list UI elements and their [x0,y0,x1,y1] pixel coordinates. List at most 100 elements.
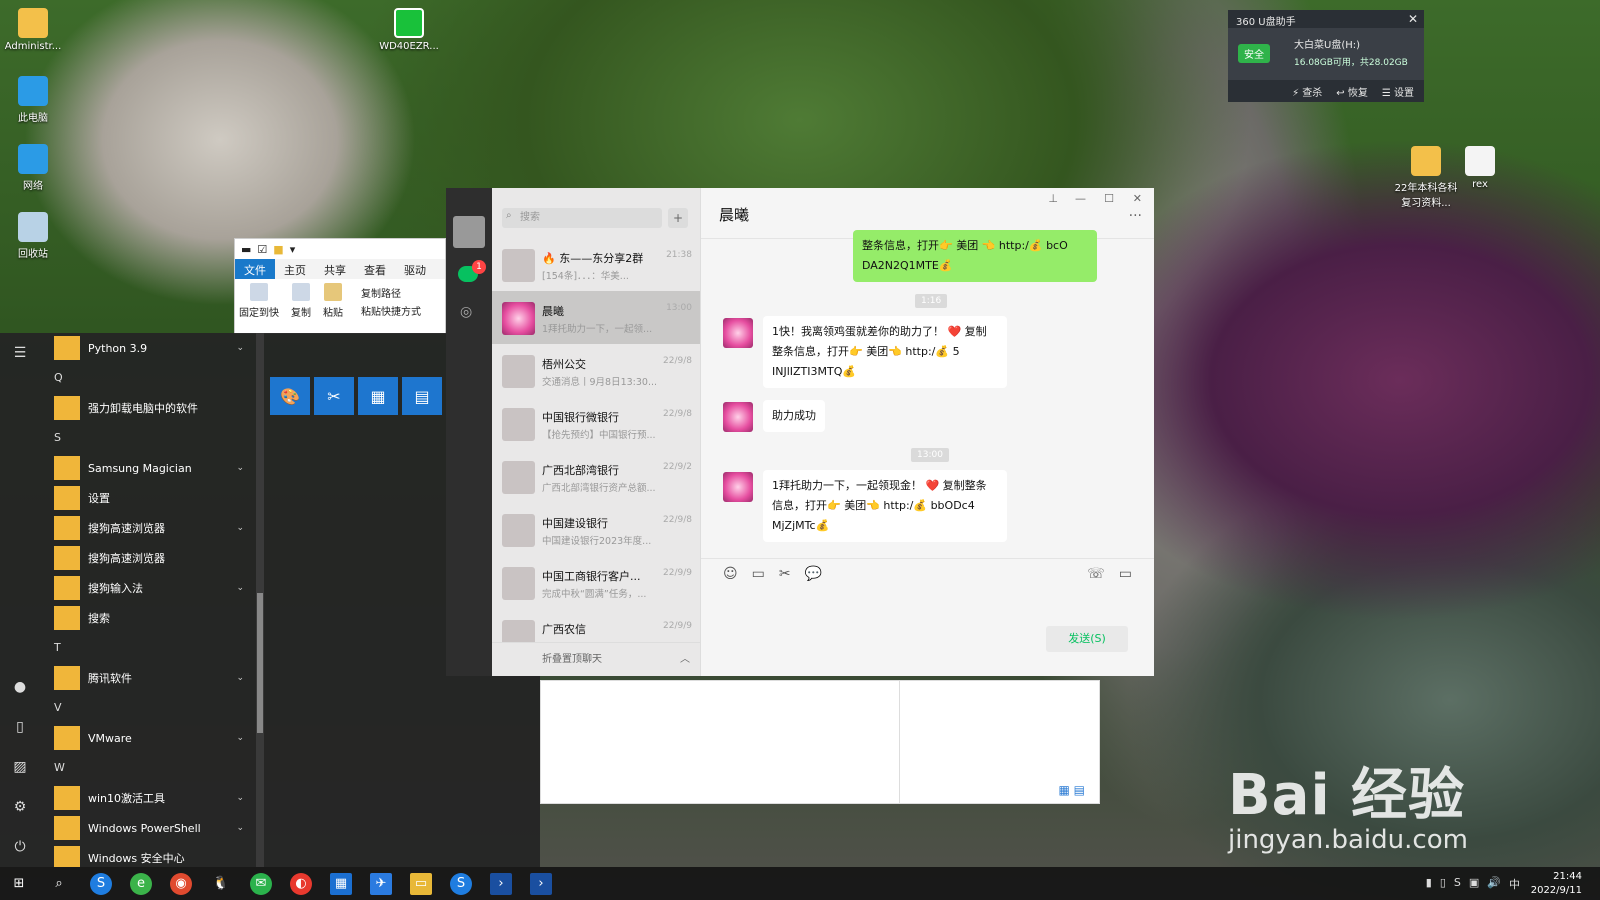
sogou-browser-icon[interactable]: S [450,873,472,895]
powershell-icon[interactable]: › [490,873,512,895]
contacts-icon[interactable]: ◎ [460,304,472,320]
minimize-icon[interactable]: — [1075,192,1086,205]
powershell-icon[interactable]: › [530,873,552,895]
section-letter[interactable]: V [40,693,256,723]
app-icon[interactable]: ◐ [290,873,312,895]
chrome-icon[interactable]: ◉ [170,873,192,895]
start-menu-app[interactable]: Windows PowerShell ⌄ [40,813,256,843]
close-icon[interactable]: ✕ [1408,12,1418,26]
user-icon[interactable]: ● [12,679,28,695]
wechat-icon[interactable]: ✉ [250,873,272,895]
system-clock[interactable]: 21:44 2022/9/11 [1531,870,1582,898]
chevron-down-icon[interactable]: ▾ [290,243,296,256]
desktop-icon-rex[interactable]: rex [1456,146,1504,190]
conversation-item[interactable]: 梧州公交 交通消息丨9月8日13:30... 22/9/8 [492,344,700,397]
tab-share[interactable]: 共享 [315,259,355,279]
snip-tile[interactable]: ✂ [314,377,354,415]
start-menu-app[interactable]: 强力卸载电脑中的软件 [40,393,256,423]
mail-icon[interactable]: ✈ [370,873,392,895]
battery-icon[interactable]: ▮ [1426,876,1432,892]
desktop-icon-wd-drive[interactable]: WD40EZR... [378,8,440,52]
search-input[interactable]: 搜索 [502,208,662,228]
received-message-bubble[interactable]: 1快！我离领鸡蛋就差你的助力了！ ❤️ 复制 整条信息，打开👉 美团👈 http… [763,316,1007,388]
calculator-tile[interactable]: ▦ [358,377,398,415]
fold-pinned-chats[interactable]: 折叠置顶聊天 ︿ [492,642,700,676]
conversation-item[interactable]: 🔥 东——东分享2群 [154条]．．．：华美... 21:38 [492,238,700,291]
pin-button[interactable]: 固定到快 [239,283,279,319]
avatar[interactable] [453,216,485,248]
qq-icon[interactable]: 🐧 [210,873,232,895]
documents-icon[interactable]: ▯ [12,719,28,735]
conversation-item[interactable]: 广西北部湾银行 广西北部湾银行资产总额... 22/9/2 [492,450,700,503]
conversation-item[interactable]: 中国工商银行客户... 完成中秋“圆满”任务，... 22/9/9 [492,556,700,609]
tab-view[interactable]: 查看 [355,259,395,279]
folder-icon[interactable]: ▭ [752,566,765,582]
send-button[interactable]: 发送(S) [1046,626,1128,652]
copy-button[interactable]: 复制 [291,283,311,319]
volume-icon[interactable]: 🔊 [1487,876,1501,892]
phone-icon[interactable]: ☏ [1087,566,1105,582]
360-browser-icon[interactable]: e [130,873,152,895]
store-icon[interactable]: ▦ [330,873,352,895]
start-menu-app[interactable]: Samsung Magician ⌄ [40,453,256,483]
sogou-icon[interactable]: S [1454,876,1461,892]
start-menu-app[interactable]: win10激活工具 ⌄ [40,783,256,813]
app-list-scrollbar[interactable] [256,333,264,867]
section-letter[interactable]: W [40,753,256,783]
start-menu-app[interactable]: Windows 安全中心 [40,843,256,867]
chart-tile[interactable]: ▤ [402,377,442,415]
windows-start-icon[interactable]: ⊞ [8,873,30,895]
desktop-icon-recycle-bin[interactable]: 回收站 [2,212,64,260]
minimize-ribbon-icon[interactable]: ▬ [241,243,251,256]
tab-home[interactable]: 主页 [275,259,315,279]
emoji-icon[interactable]: ☺ [723,566,738,582]
copy-path-button[interactable]: 复制路径 [361,285,401,300]
pin-icon[interactable]: ⊥ [1048,192,1058,205]
conversation-item[interactable]: 中国建设银行 中国建设银行2023年度... 22/9/8 [492,503,700,556]
paste-button[interactable]: 粘贴 [323,283,343,319]
desktop-icon-study-folder[interactable]: 22年本科各科复习资料... [1392,146,1460,209]
hamburger-icon[interactable]: ☰ [12,345,28,361]
desktop-icon-admin[interactable]: Administr... [2,8,64,52]
folder-icon[interactable]: ■ [273,243,283,256]
conversation-item[interactable]: 晨曦 1拜托助力一下，一起领... 13:00 [492,291,700,344]
network-icon[interactable]: ▣ [1469,876,1479,892]
paste-shortcut-button[interactable]: 粘贴快捷方式 [361,303,421,318]
start-menu-app[interactable]: 设置 [40,483,256,513]
tab-drive[interactable]: 驱动 [395,259,435,279]
start-menu-app[interactable]: 搜狗输入法 ⌄ [40,573,256,603]
view-toggle-icon[interactable]: ▦ ▤ [1059,783,1086,797]
maximize-icon[interactable]: ☐ [1104,192,1114,205]
settings-button[interactable]: ☰ 设置 [1382,84,1414,99]
gear-icon[interactable]: ⚙ [12,799,28,815]
avatar[interactable] [723,318,753,348]
sogou-browser-icon[interactable]: S [90,873,112,895]
power-icon[interactable]: ⏻ [12,839,28,855]
pictures-icon[interactable]: ▨ [12,759,28,775]
start-menu-app[interactable]: VMware ⌄ [40,723,256,753]
ime-indicator[interactable]: 中 [1509,876,1520,892]
more-icon[interactable]: ··· [1129,208,1142,224]
scan-button[interactable]: ⚡ 查杀 [1292,84,1322,99]
start-menu-app[interactable]: 搜狗高速浏览器 ⌄ [40,513,256,543]
received-message-bubble[interactable]: 1拜托助力一下，一起领现金！ ❤️ 复制整条 信息，打开👉 美团👈 http:/… [763,470,1007,542]
avatar[interactable] [723,472,753,502]
desktop-icon-network[interactable]: 网络 [2,144,64,192]
checkbox-icon[interactable]: ☑ [257,243,267,256]
start-menu-app[interactable]: Python 3.9 ⌄ [40,333,256,363]
section-letter[interactable]: Q [40,363,256,393]
usb-icon[interactable]: ▯ [1440,876,1446,892]
file-explorer-icon[interactable]: ▭ [410,873,432,895]
chat-bubble-icon[interactable]: 💬 [805,566,822,582]
tab-file[interactable]: 文件 [235,259,275,279]
video-icon[interactable]: ▭ [1119,566,1132,582]
section-letter[interactable]: T [40,633,256,663]
scissors-icon[interactable]: ✂ [779,566,791,582]
search-icon[interactable]: ⌕ [48,873,70,895]
my-message-bubble[interactable]: 整条信息，打开👉 美团 👈 http:/💰 bcO DA2N2Q1MTE💰 [853,230,1097,282]
section-letter[interactable]: S [40,423,256,453]
add-button[interactable]: + [668,208,688,228]
start-menu-app[interactable]: 搜索 [40,603,256,633]
start-menu-app[interactable]: 腾讯软件 ⌄ [40,663,256,693]
close-icon[interactable]: ✕ [1133,192,1142,205]
